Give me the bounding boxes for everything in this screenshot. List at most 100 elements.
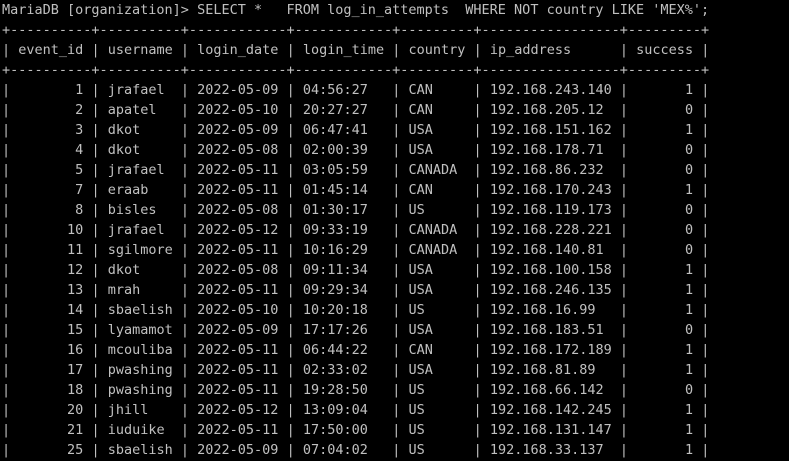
cell-ip-address: 192.168.33.137 — [489, 442, 604, 458]
cell-event-id: 3 — [75, 122, 84, 138]
cell-event-id: 25 — [67, 442, 84, 458]
cell-country: US — [408, 442, 425, 458]
cell-event-id: 14 — [67, 302, 84, 318]
cell-login-date: 2022-05-10 — [197, 302, 279, 318]
cell-login-date: 2022-05-11 — [197, 282, 279, 298]
cell-username: bisles — [107, 202, 157, 218]
table-row: | 12 | dkot | 2022-05-08 | 09:11:34 | US… — [2, 262, 710, 278]
cell-country: USA — [408, 142, 433, 158]
cell-country: USA — [408, 282, 433, 298]
cell-ip-address: 192.168.151.162 — [489, 122, 612, 138]
cell-login-time: 06:44:22 — [302, 342, 368, 358]
cell-success: 0 — [684, 222, 694, 238]
cell-login-time: 09:11:34 — [302, 262, 368, 278]
table-border-top: +----------+----------+------------+----… — [2, 22, 710, 38]
cell-login-time: 13:09:04 — [302, 402, 368, 418]
cell-login-date: 2022-05-11 — [197, 422, 279, 438]
cell-ip-address: 192.168.172.189 — [489, 342, 612, 358]
cell-event-id: 4 — [75, 142, 84, 158]
cell-login-time: 01:45:14 — [302, 182, 368, 198]
cell-event-id: 10 — [67, 222, 84, 238]
column-header-username: username — [107, 42, 173, 58]
cell-country: CAN — [408, 82, 433, 98]
column-header-ip-address: ip_address — [489, 42, 572, 58]
table-row: | 13 | mrah | 2022-05-11 | 09:29:34 | US… — [2, 282, 710, 298]
cell-event-id: 16 — [67, 342, 84, 358]
cell-username: sbaelish — [107, 302, 173, 318]
table-row: | 25 | sbaelish | 2022-05-09 | 07:04:02 … — [2, 442, 710, 458]
cell-ip-address: 192.168.119.173 — [489, 202, 612, 218]
table-row: | 1 | jrafael | 2022-05-09 | 04:56:27 | … — [2, 82, 710, 98]
cell-country: USA — [408, 362, 433, 378]
cell-username: jrafael — [107, 162, 165, 178]
command-line[interactable]: MariaDB [organization]> SELECT * FROM lo… — [2, 0, 789, 20]
result-table: +----------+----------+------------+----… — [2, 20, 789, 460]
cell-login-date: 2022-05-08 — [197, 262, 279, 278]
cell-success: 1 — [684, 362, 694, 378]
terminal-window[interactable]: MariaDB [organization]> SELECT * FROM lo… — [0, 0, 789, 461]
table-row: | 15 | lyamamot | 2022-05-09 | 17:17:26 … — [2, 322, 710, 338]
column-header-event-id: event_id — [18, 42, 84, 58]
cell-login-date: 2022-05-09 — [197, 442, 279, 458]
cell-username: iuduike — [107, 422, 165, 438]
table-row: | 7 | eraab | 2022-05-11 | 01:45:14 | CA… — [2, 182, 710, 198]
cell-login-date: 2022-05-09 — [197, 122, 279, 138]
cell-country: CAN — [408, 342, 433, 358]
cell-login-time: 07:04:02 — [302, 442, 368, 458]
table-row: | 4 | dkot | 2022-05-08 | 02:00:39 | USA… — [2, 142, 710, 158]
cell-event-id: 17 — [67, 362, 84, 378]
cell-country: USA — [408, 262, 433, 278]
cell-username: apatel — [107, 102, 157, 118]
cell-success: 1 — [684, 262, 694, 278]
cell-ip-address: 192.168.131.147 — [489, 422, 612, 438]
cell-username: jrafael — [107, 222, 165, 238]
cell-login-date: 2022-05-10 — [197, 102, 279, 118]
cell-event-id: 15 — [67, 322, 84, 338]
cell-ip-address: 192.168.81.89 — [489, 362, 596, 378]
table-row: | 20 | jhill | 2022-05-12 | 13:09:04 | U… — [2, 402, 710, 418]
cell-country: CANADA — [408, 222, 458, 238]
cell-success: 0 — [684, 102, 694, 118]
cell-event-id: 2 — [75, 102, 84, 118]
cell-success: 1 — [684, 442, 694, 458]
cell-success: 0 — [684, 202, 694, 218]
table-row: | 10 | jrafael | 2022-05-12 | 09:33:19 |… — [2, 222, 710, 238]
cell-success: 0 — [684, 142, 694, 158]
cell-country: USA — [408, 122, 433, 138]
cell-login-time: 17:50:00 — [302, 422, 368, 438]
cell-login-time: 02:00:39 — [302, 142, 368, 158]
cell-username: mrah — [107, 282, 141, 298]
command-text[interactable]: SELECT * FROM log_in_attempts WHERE NOT … — [197, 2, 709, 18]
cell-ip-address: 192.168.243.140 — [489, 82, 612, 98]
cell-ip-address: 192.168.178.71 — [489, 142, 604, 158]
cell-event-id: 5 — [75, 162, 84, 178]
cell-country: US — [408, 202, 425, 218]
cell-login-date: 2022-05-11 — [197, 342, 279, 358]
cell-country: US — [408, 422, 425, 438]
cell-country: USA — [408, 322, 433, 338]
cell-login-time: 09:29:34 — [302, 282, 368, 298]
cell-country: CANADA — [408, 162, 458, 178]
cell-ip-address: 192.168.140.81 — [489, 242, 604, 258]
cell-event-id: 12 — [67, 262, 84, 278]
cell-login-time: 02:33:02 — [302, 362, 368, 378]
cell-login-time: 10:16:29 — [302, 242, 368, 258]
column-header-login-time: login_time — [302, 42, 385, 58]
table-row: | 18 | pwashing | 2022-05-11 | 19:28:50 … — [2, 382, 710, 398]
cell-ip-address: 192.168.205.12 — [489, 102, 604, 118]
table-row: | 5 | jrafael | 2022-05-11 | 03:05:59 | … — [2, 162, 710, 178]
table-row: | 16 | mcouliba | 2022-05-11 | 06:44:22 … — [2, 342, 710, 358]
prompt: MariaDB [organization]> — [2, 2, 198, 18]
cell-success: 0 — [684, 322, 694, 338]
cell-country: US — [408, 402, 425, 418]
cell-login-date: 2022-05-08 — [197, 142, 279, 158]
cell-ip-address: 192.168.142.245 — [489, 402, 612, 418]
cell-success: 1 — [684, 282, 694, 298]
table-row: | 8 | bisles | 2022-05-08 | 01:30:17 | U… — [2, 202, 710, 218]
cell-ip-address: 192.168.86.232 — [489, 162, 604, 178]
cell-login-date: 2022-05-11 — [197, 382, 279, 398]
cell-login-date: 2022-05-09 — [197, 322, 279, 338]
cell-login-time: 17:17:26 — [302, 322, 368, 338]
cell-username: sbaelish — [107, 442, 173, 458]
table-row: | 2 | apatel | 2022-05-10 | 20:27:27 | C… — [2, 102, 710, 118]
